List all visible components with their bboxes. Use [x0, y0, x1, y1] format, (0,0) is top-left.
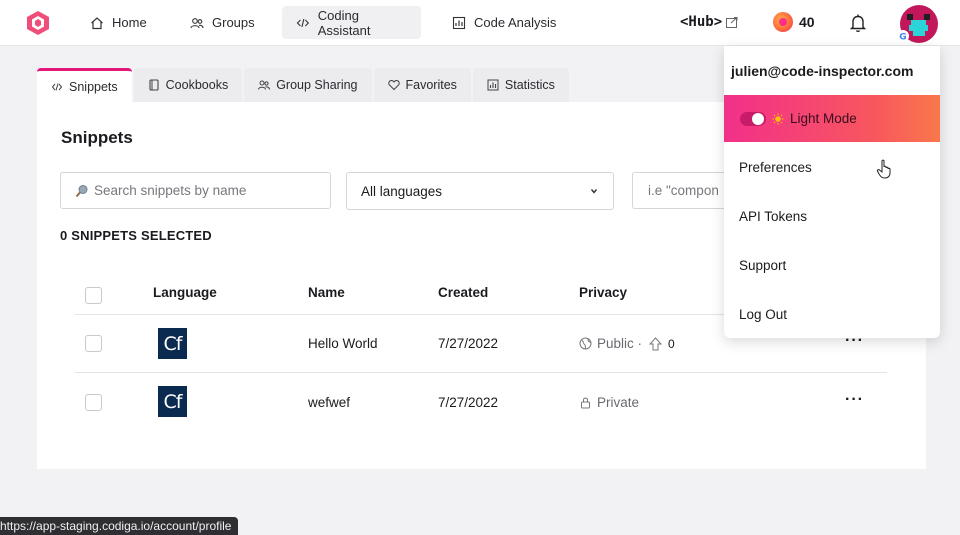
groups-icon [190, 17, 204, 28]
tab-cookbooks[interactable]: Cookbooks [133, 68, 243, 102]
menu-item-preferences[interactable]: Preferences [739, 160, 812, 175]
nav-home-label: Home [112, 15, 147, 30]
nav-code-analysis-label: Code Analysis [474, 15, 557, 30]
nav-code-analysis[interactable]: Code Analysis [444, 6, 564, 39]
tab-cookbooks-label: Cookbooks [165, 78, 229, 92]
home-icon [91, 16, 103, 29]
language-select[interactable]: All languages [346, 172, 614, 210]
tab-snippets-label: Snippets [69, 79, 118, 94]
coldfusion-language-icon: Cf [158, 328, 187, 359]
menu-item-api-tokens[interactable]: API Tokens [739, 209, 807, 224]
tag-filter-placeholder: i.e "compon [648, 183, 719, 198]
privacy-label: Private [597, 395, 640, 410]
nav-coding-assistant[interactable]: Coding Assistant [282, 6, 421, 39]
vote-count: 0 [668, 336, 675, 351]
heart-icon [387, 79, 400, 91]
top-navigation: Home Groups Coding Assistant Code Analys… [0, 0, 960, 46]
lock-icon [581, 397, 590, 409]
code-icon [51, 82, 63, 91]
tab-statistics[interactable]: Statistics [472, 68, 569, 102]
page-title: Snippets [61, 128, 133, 147]
snippet-name[interactable]: Hello World [308, 336, 378, 351]
book-icon [149, 79, 159, 91]
search-placeholder: Search snippets by name [94, 183, 247, 198]
chart-icon [452, 16, 466, 29]
coldfusion-language-icon: Cf [158, 386, 187, 417]
column-header-language[interactable]: Language [153, 285, 217, 300]
nav-groups-label: Groups [212, 15, 255, 30]
snippet-tabs: Snippets Cookbooks Group Sharing Favorit… [37, 68, 569, 102]
menu-item-support[interactable]: Support [739, 258, 786, 273]
tab-favorites-label: Favorites [405, 78, 457, 92]
tab-statistics-label: Statistics [504, 78, 555, 92]
snippet-name[interactable]: wefwef [308, 395, 350, 410]
globe-icon [579, 337, 592, 350]
tab-group-sharing[interactable]: Group Sharing [244, 68, 372, 102]
language-select-value: All languages [361, 183, 443, 199]
toggle-switch[interactable] [740, 111, 766, 126]
row-checkbox[interactable] [85, 394, 102, 411]
privacy-label: Public · [597, 336, 643, 351]
light-mode-label: Light Mode [790, 111, 857, 126]
sun-icon [772, 113, 784, 124]
coin-balance[interactable]: 40 [773, 12, 815, 32]
groups-icon [258, 80, 271, 90]
chart-icon [487, 79, 499, 91]
select-all-checkbox[interactable] [85, 287, 102, 304]
nav-home[interactable]: Home [82, 6, 155, 39]
google-icon: G [899, 33, 906, 43]
light-mode-toggle[interactable]: Light Mode [724, 95, 940, 142]
user-email: julien@code-inspector.com [731, 63, 914, 79]
column-header-name[interactable]: Name [308, 285, 345, 300]
upvote-button[interactable]: 0 [649, 337, 675, 351]
avatar[interactable]: G [897, 4, 939, 44]
coin-icon [773, 12, 793, 32]
profile-dropdown: julien@code-inspector.com Light Mode Pre… [724, 46, 940, 338]
tab-group-sharing-label: Group Sharing [276, 78, 358, 92]
search-icon [75, 184, 88, 197]
coin-count: 40 [799, 14, 815, 30]
nav-coding-assistant-label: Coding Assistant [317, 7, 371, 38]
external-link-icon [726, 16, 738, 28]
column-header-privacy[interactable]: Privacy [579, 285, 627, 300]
arrow-up-icon [649, 336, 663, 350]
snippet-created: 7/27/2022 [438, 336, 499, 351]
search-input[interactable]: Search snippets by name [60, 172, 331, 209]
hub-link[interactable]: <Hub> [680, 14, 738, 30]
nav-groups[interactable]: Groups [182, 6, 263, 39]
hand-cursor-icon [876, 159, 891, 179]
hub-label: <Hub> [680, 14, 723, 30]
snippet-privacy: Public · 0 [579, 336, 675, 351]
tab-snippets[interactable]: Snippets [37, 68, 132, 102]
snippet-privacy: Private [579, 395, 639, 410]
column-header-created[interactable]: Created [438, 285, 488, 300]
bell-icon[interactable] [849, 13, 867, 33]
row-divider [75, 372, 887, 373]
status-bar-url: https://app-staging.codiga.io/account/pr… [0, 517, 239, 535]
selected-count: 0 SNIPPETS SELECTED [60, 228, 212, 243]
row-more-options-icon[interactable]: ··· [845, 391, 864, 409]
row-checkbox[interactable] [85, 335, 102, 352]
tab-favorites[interactable]: Favorites [373, 68, 471, 102]
chevron-down-icon [590, 189, 598, 194]
menu-item-log-out[interactable]: Log Out [739, 307, 787, 322]
snippet-created: 7/27/2022 [438, 395, 499, 410]
codiga-logo-icon[interactable] [26, 10, 50, 36]
code-icon [296, 18, 310, 27]
